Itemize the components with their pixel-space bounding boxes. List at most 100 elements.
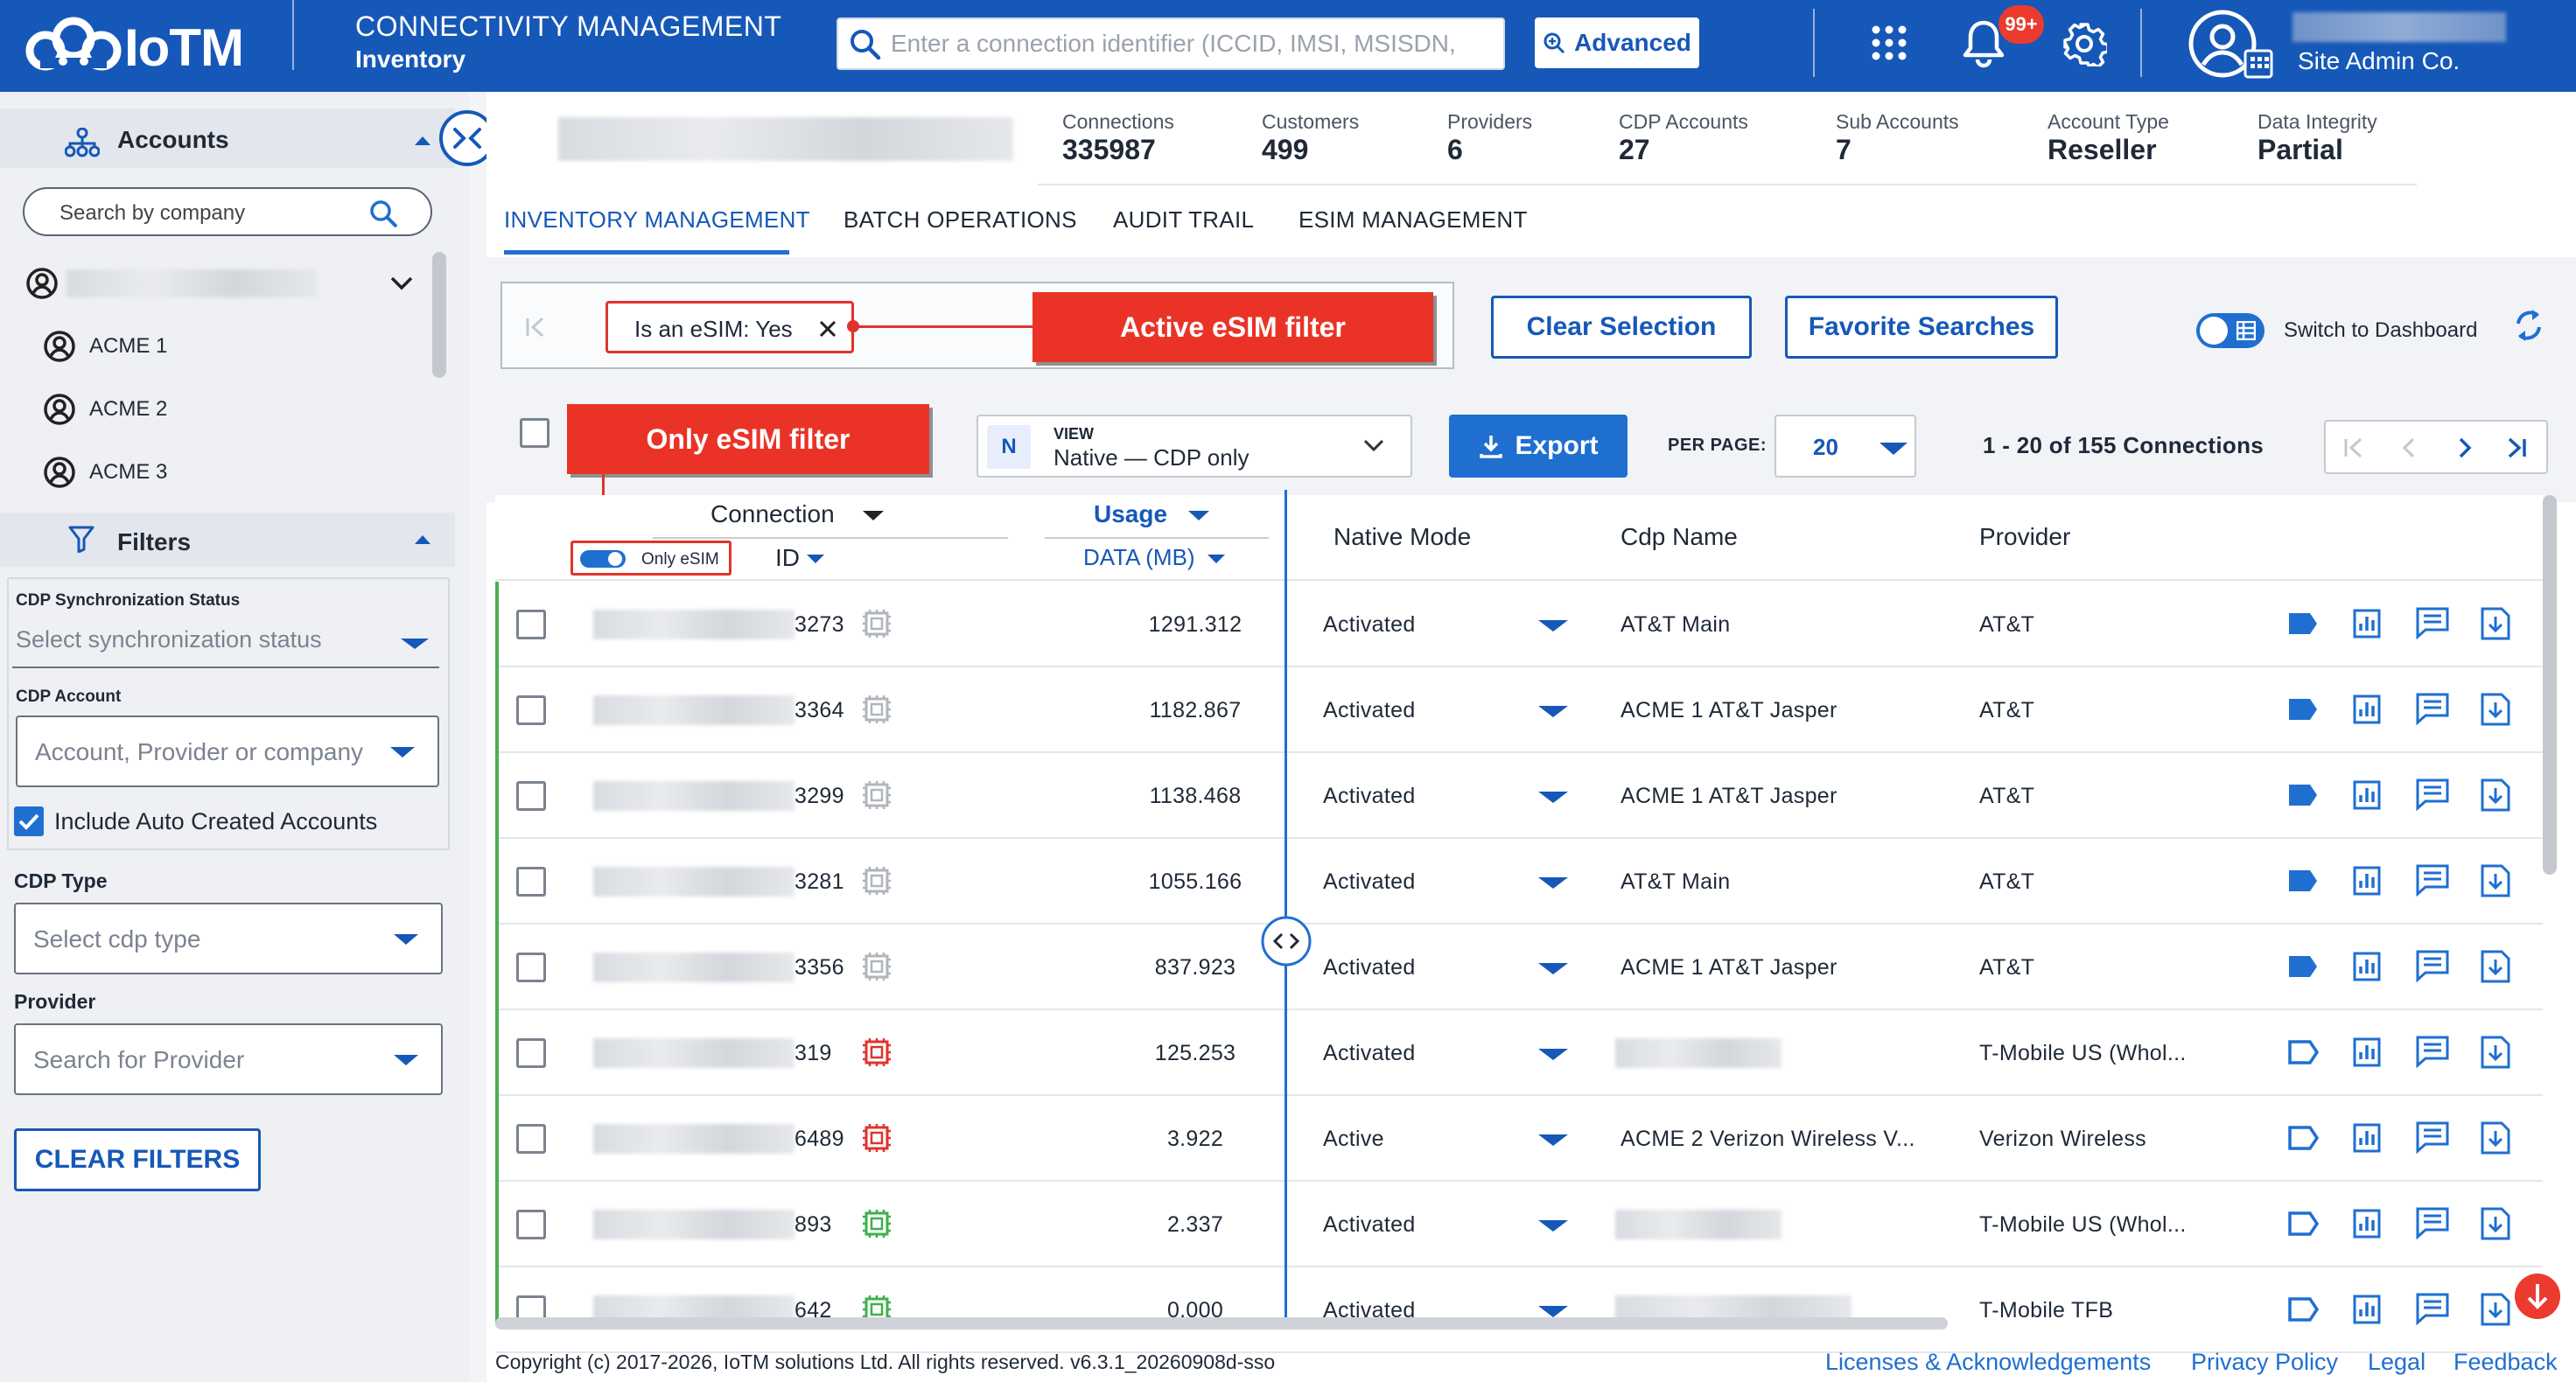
tag-icon[interactable] bbox=[2287, 695, 2322, 725]
bar-chart-icon[interactable] bbox=[2352, 1036, 2382, 1068]
mode-dropdown-icon[interactable] bbox=[1538, 1220, 1568, 1232]
row-checkbox[interactable] bbox=[516, 781, 546, 811]
export-button[interactable]: Export bbox=[1449, 415, 1628, 478]
cdp-account-select[interactable]: Account, Provider or company bbox=[16, 715, 439, 787]
mode-dropdown-icon[interactable] bbox=[1538, 620, 1568, 632]
advanced-search-button[interactable]: Advanced bbox=[1535, 17, 1699, 68]
table-row[interactable]: 3299 1138.468 Activated ACME 1 AT&T Jasper A… bbox=[495, 753, 2543, 839]
tag-icon[interactable] bbox=[2287, 953, 2322, 982]
message-icon[interactable] bbox=[2415, 778, 2450, 811]
resize-handle-icon[interactable] bbox=[1260, 915, 1312, 967]
tab-audit-trail[interactable]: AUDIT TRAIL bbox=[1113, 206, 1254, 234]
download-file-icon[interactable] bbox=[2480, 1292, 2511, 1327]
table-row[interactable]: 319 125.253 Activated T-Mobile US (Whol... bbox=[495, 1010, 2543, 1096]
connection-id[interactable]: 3273 bbox=[794, 582, 844, 667]
bar-chart-icon[interactable] bbox=[2352, 1294, 2382, 1325]
vertical-scrollbar[interactable] bbox=[2543, 495, 2557, 875]
mode-dropdown-icon[interactable] bbox=[1538, 1134, 1568, 1146]
footer-link-licenses[interactable]: Licenses & Acknowledgements bbox=[1825, 1349, 2151, 1376]
include-auto-checkbox[interactable] bbox=[14, 806, 44, 836]
sort-caret-icon[interactable] bbox=[807, 555, 824, 563]
tag-icon[interactable] bbox=[2287, 1295, 2322, 1325]
row-checkbox[interactable] bbox=[516, 1210, 546, 1239]
mode-dropdown-icon[interactable] bbox=[1538, 706, 1568, 717]
view-select[interactable]: N VIEW Native — CDP only bbox=[976, 415, 1412, 478]
footer-link-legal[interactable]: Legal bbox=[2368, 1349, 2426, 1376]
connection-id[interactable]: 319 bbox=[794, 1010, 832, 1096]
mode-dropdown-icon[interactable] bbox=[1538, 1306, 1568, 1317]
row-checkbox[interactable] bbox=[516, 610, 546, 639]
tag-icon[interactable] bbox=[2287, 1124, 2322, 1154]
account-item-acme3[interactable]: ACME 3 bbox=[42, 455, 167, 490]
download-file-icon[interactable] bbox=[2480, 1035, 2511, 1070]
refresh-icon[interactable] bbox=[2511, 306, 2546, 345]
table-row[interactable]: 893 2.337 Activated T-Mobile US (Whol... bbox=[495, 1182, 2543, 1267]
favorite-searches-button[interactable]: Favorite Searches bbox=[1785, 296, 2058, 359]
bar-chart-icon[interactable] bbox=[2352, 779, 2382, 811]
tag-icon[interactable] bbox=[2287, 1038, 2322, 1068]
row-checkbox[interactable] bbox=[516, 695, 546, 725]
horizontal-scrollbar[interactable] bbox=[495, 1317, 1948, 1330]
row-checkbox[interactable] bbox=[516, 867, 546, 897]
bar-chart-icon[interactable] bbox=[2352, 1208, 2382, 1239]
tag-icon[interactable] bbox=[2287, 867, 2322, 897]
select-all-checkbox[interactable] bbox=[520, 418, 550, 448]
per-page-select[interactable]: 20 bbox=[1774, 415, 1916, 478]
row-checkbox[interactable] bbox=[516, 1124, 546, 1154]
connection-id[interactable]: 6489 bbox=[794, 1096, 844, 1182]
table-row[interactable]: 3356 837.923 Activated ACME 1 AT&T Jasper AT… bbox=[495, 925, 2543, 1010]
tab-inventory-management[interactable]: INVENTORY MANAGEMENT bbox=[504, 206, 810, 234]
col-provider[interactable]: Provider bbox=[1979, 523, 2070, 551]
bar-chart-icon[interactable] bbox=[2352, 608, 2382, 639]
tab-batch-operations[interactable]: BATCH OPERATIONS bbox=[844, 206, 1077, 234]
first-page-icon[interactable] bbox=[2342, 436, 2366, 460]
message-icon[interactable] bbox=[2415, 863, 2450, 897]
chevron-down-icon[interactable] bbox=[390, 276, 413, 290]
row-checkbox[interactable] bbox=[516, 1038, 546, 1068]
connection-id[interactable]: 893 bbox=[794, 1182, 832, 1267]
message-icon[interactable] bbox=[2415, 606, 2450, 639]
last-page-icon[interactable] bbox=[2504, 436, 2529, 460]
only-esim-toggle[interactable] bbox=[580, 550, 626, 568]
message-icon[interactable] bbox=[2415, 1035, 2450, 1068]
col-id[interactable]: ID bbox=[775, 544, 800, 572]
footer-link-feedback[interactable]: Feedback bbox=[2454, 1349, 2558, 1376]
mode-dropdown-icon[interactable] bbox=[1538, 1049, 1568, 1060]
tag-icon[interactable] bbox=[2287, 781, 2322, 811]
provider-select[interactable]: Search for Provider bbox=[14, 1023, 443, 1095]
connection-id[interactable]: 3299 bbox=[794, 753, 844, 839]
mode-dropdown-icon[interactable] bbox=[1538, 792, 1568, 803]
message-icon[interactable] bbox=[2415, 1120, 2450, 1154]
mode-dropdown-icon[interactable] bbox=[1538, 963, 1568, 974]
col-usage[interactable]: Usage bbox=[1094, 500, 1167, 528]
col-data-mb[interactable]: DATA (MB) bbox=[1083, 544, 1195, 571]
table-row[interactable]: 3364 1182.867 Activated ACME 1 AT&T Jasper A… bbox=[495, 667, 2543, 753]
table-row[interactable]: 3281 1055.166 Activated AT&T Main AT&T bbox=[495, 839, 2543, 925]
collapse-accounts-icon[interactable] bbox=[415, 135, 430, 145]
connection-search-input[interactable] bbox=[891, 26, 1494, 61]
download-file-icon[interactable] bbox=[2480, 606, 2511, 641]
message-icon[interactable] bbox=[2415, 692, 2450, 725]
clear-selection-button[interactable]: Clear Selection bbox=[1491, 296, 1752, 359]
connection-id[interactable]: 642 bbox=[794, 1267, 832, 1353]
download-file-icon[interactable] bbox=[2480, 778, 2511, 813]
apps-grid-icon[interactable] bbox=[1871, 24, 1908, 61]
sort-caret-icon[interactable] bbox=[1208, 555, 1225, 563]
bar-chart-icon[interactable] bbox=[2352, 865, 2382, 897]
download-file-icon[interactable] bbox=[2480, 949, 2511, 984]
footer-link-privacy[interactable]: Privacy Policy bbox=[2191, 1349, 2338, 1376]
next-page-icon[interactable] bbox=[2452, 436, 2476, 460]
sort-caret-icon[interactable] bbox=[1188, 511, 1209, 520]
message-icon[interactable] bbox=[2415, 1292, 2450, 1325]
bar-chart-icon[interactable] bbox=[2352, 1122, 2382, 1154]
cdp-sync-select[interactable]: Select synchronization status bbox=[16, 626, 322, 653]
connection-id[interactable]: 3281 bbox=[794, 839, 844, 925]
bar-chart-icon[interactable] bbox=[2352, 694, 2382, 725]
download-file-icon[interactable] bbox=[2480, 863, 2511, 898]
dashboard-toggle[interactable] bbox=[2196, 313, 2264, 348]
tag-icon[interactable] bbox=[2287, 1210, 2322, 1239]
clear-filters-button[interactable]: CLEAR FILTERS bbox=[14, 1128, 261, 1191]
cdp-type-select[interactable]: Select cdp type bbox=[14, 903, 443, 974]
scroll-down-button[interactable] bbox=[2513, 1272, 2562, 1321]
table-row[interactable]: 642 0.000 Activated T-Mobile TFB bbox=[495, 1267, 2543, 1353]
